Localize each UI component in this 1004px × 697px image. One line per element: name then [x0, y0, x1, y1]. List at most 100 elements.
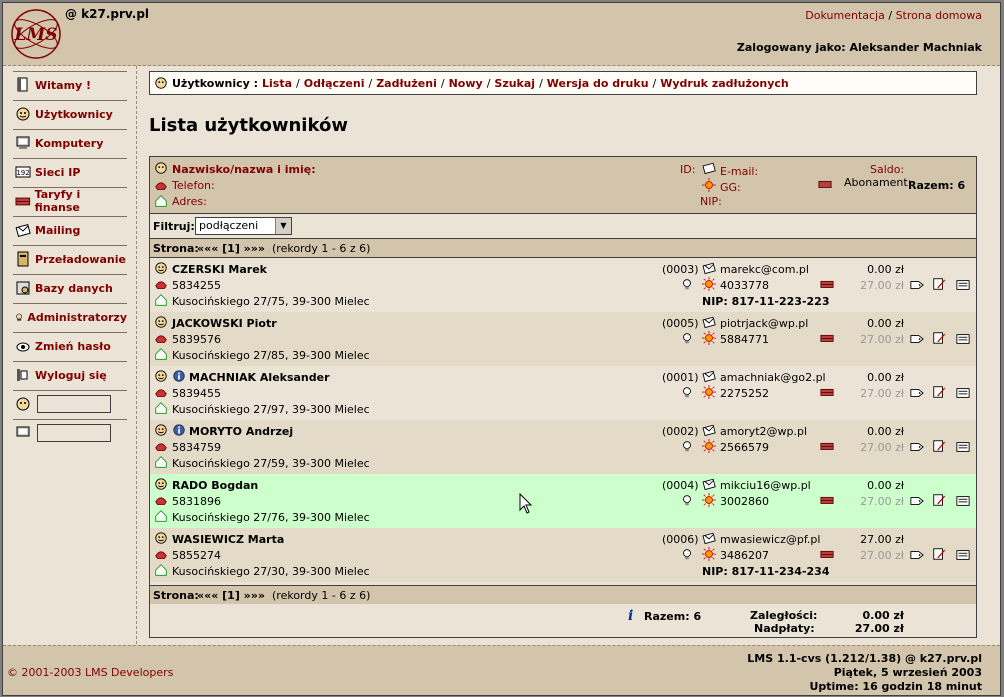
- user-name[interactable]: CZERSKI Marek: [172, 263, 267, 276]
- filter-select[interactable]: podłączeni ▼: [195, 217, 292, 235]
- user-email[interactable]: piotrjack@wp.pl: [720, 317, 808, 330]
- table-row[interactable]: MACHNIAK Aleksander 5839455 Kusocińskiego …: [150, 366, 976, 420]
- sidebar-item-komputery[interactable]: Komputery: [13, 129, 127, 156]
- header-name[interactable]: Nazwisko/nazwa i imię:: [172, 163, 316, 176]
- sidebar-item-bazy-danych[interactable]: Bazy danych: [13, 274, 127, 301]
- user-phone: 5834759: [172, 441, 221, 454]
- sidebar-menu: Witamy ! Użytkownicy Komputery 192 Sieci…: [3, 66, 137, 644]
- sidebar-item-sieci-ip[interactable]: 192 Sieci IP: [13, 158, 127, 185]
- sidebar-item-uzytkownicy[interactable]: Użytkownicy: [13, 100, 127, 127]
- chevron-down-icon[interactable]: ▼: [275, 218, 291, 234]
- header-saldo[interactable]: Saldo:: [870, 163, 904, 176]
- user-id: (0002): [662, 425, 699, 438]
- charge-tag-icon[interactable]: [910, 278, 924, 292]
- user-phone: 5855274: [172, 549, 221, 562]
- charge-tag-icon[interactable]: [910, 386, 924, 400]
- mail-icon: [702, 262, 716, 275]
- computer-search-input[interactable]: [37, 424, 111, 442]
- user-email[interactable]: marekc@com.pl: [720, 263, 809, 276]
- mail-icon: [702, 478, 716, 491]
- link-homepage[interactable]: Strona domowa: [896, 9, 982, 22]
- crumb-lista[interactable]: Lista: [262, 77, 292, 90]
- top-links: Dokumentacja / Strona domowa: [805, 9, 982, 22]
- edit-icon[interactable]: [932, 493, 946, 507]
- charge-tag-icon[interactable]: [910, 548, 924, 562]
- user-email[interactable]: mikciu16@wp.pl: [720, 479, 811, 492]
- user-email[interactable]: amachniak@go2.pl: [720, 371, 826, 384]
- table-row[interactable]: WASIEWICZ Marta 5855274 Kusocińskiego 27/3…: [150, 528, 976, 582]
- user-name[interactable]: MACHNIAK Aleksander: [189, 371, 330, 384]
- money-bricks-icon: [820, 388, 834, 396]
- user-info-icon[interactable]: [956, 278, 970, 292]
- table-row[interactable]: MORYTO Andrzej 5834759 Kusocińskiego 27/59…: [150, 420, 976, 474]
- gg-sun-icon: [702, 178, 716, 192]
- edit-icon[interactable]: [932, 385, 946, 399]
- user-name[interactable]: JACKOWSKI Piotr: [172, 317, 277, 330]
- sidebar-item-taryfy[interactable]: Taryfy i finanse: [13, 187, 127, 214]
- pager-info: (rekordy 1 - 6 z 6): [272, 589, 371, 602]
- crumb-odlaczeni[interactable]: Odłączeni: [304, 77, 365, 90]
- user-face-icon: [155, 424, 167, 436]
- user-info-icon[interactable]: [956, 494, 970, 508]
- edit-icon[interactable]: [932, 439, 946, 453]
- version-line: LMS 1.1-cvs (1.212/1.38) @ k27.prv.pl: [747, 652, 982, 665]
- user-face-icon: [16, 397, 30, 411]
- lightbulb-icon: [683, 279, 691, 290]
- link-documentation[interactable]: Dokumentacja: [805, 9, 885, 22]
- crumb-zadluzeni[interactable]: Zadłużeni: [376, 77, 437, 90]
- lightbulb-icon: [683, 333, 691, 344]
- sidebar-item-witamy[interactable]: Witamy !: [13, 71, 127, 98]
- charge-tag-icon[interactable]: [910, 440, 924, 454]
- mail-icon: [702, 532, 716, 545]
- header-phone: Telefon:: [172, 179, 215, 192]
- table-row[interactable]: JACKOWSKI Piotr 5839576 Kusocińskiego 27/8…: [150, 312, 976, 366]
- user-face-icon: [155, 316, 167, 328]
- sidebar-item-administratorzy[interactable]: Administratorzy: [13, 303, 127, 330]
- sidebar-item-przeladowanie[interactable]: Przeładowanie: [13, 245, 127, 272]
- charge-tag-icon[interactable]: [910, 494, 924, 508]
- money-bricks-icon: [820, 442, 834, 450]
- user-info-icon[interactable]: [956, 386, 970, 400]
- user-gg: 2566579: [720, 441, 769, 454]
- user-info-icon[interactable]: [956, 548, 970, 562]
- sidebar-item-wyloguj[interactable]: Wyloguj się: [13, 361, 127, 388]
- table-row[interactable]: CZERSKI Marek 5834255 Kusocińskiego 27/75,…: [150, 258, 976, 312]
- edit-icon[interactable]: [932, 277, 946, 291]
- user-face-icon: [155, 370, 167, 382]
- sidebar-item-mailing[interactable]: Mailing: [13, 216, 127, 243]
- user-email[interactable]: amoryt2@wp.pl: [720, 425, 807, 438]
- phone-icon: [155, 497, 167, 505]
- user-name[interactable]: RADO Bogdan: [172, 479, 258, 492]
- header-address: Adres:: [172, 195, 207, 208]
- user-phone: 5834255: [172, 279, 221, 292]
- user-address: Kusocińskiego 27/30, 39-300 Mielec: [172, 565, 370, 578]
- crumb-nowy[interactable]: Nowy: [449, 77, 483, 90]
- user-email[interactable]: mwasiewicz@pf.pl: [720, 533, 820, 546]
- gg-sun-icon: [702, 331, 716, 345]
- user-name[interactable]: WASIEWICZ Marta: [172, 533, 284, 546]
- users-table: Nazwisko/nazwa i imię: Telefon: Adres: I…: [149, 156, 977, 638]
- table-row[interactable]: RADO Bogdan 5831896 Kusocińskiego 27/76, 3…: [150, 474, 976, 528]
- crumb-wydruk-zadluzonych[interactable]: Wydruk zadłużonych: [660, 77, 789, 90]
- user-name[interactable]: MORYTO Andrzej: [189, 425, 293, 438]
- phone-icon: [155, 551, 167, 559]
- pager-nav[interactable]: ««« [1] »»»: [197, 242, 265, 255]
- summary-zaleglosci-value: 0.00 zł: [862, 609, 904, 622]
- header-id[interactable]: ID:: [680, 163, 695, 176]
- pager-nav[interactable]: ««« [1] »»»: [197, 589, 265, 602]
- user-nip: NIP: 817-11-234-234: [702, 565, 830, 578]
- user-face-icon: [155, 77, 167, 89]
- sidebar-item-zmien-haslo[interactable]: Zmień hasło: [13, 332, 127, 359]
- sidebar-item-label: Wyloguj się: [35, 368, 107, 382]
- crumb-wersja-do-druku[interactable]: Wersja do druku: [547, 77, 649, 90]
- filter-bar: Filtruj: podłączeni ▼: [150, 214, 976, 239]
- user-info-icon[interactable]: [956, 440, 970, 454]
- edit-icon[interactable]: [932, 547, 946, 561]
- database-icon: [16, 281, 30, 295]
- admin-icon: [16, 313, 23, 321]
- user-search-input[interactable]: [37, 395, 111, 413]
- charge-tag-icon[interactable]: [910, 332, 924, 346]
- crumb-szukaj[interactable]: Szukaj: [494, 77, 535, 90]
- user-info-icon[interactable]: [956, 332, 970, 346]
- edit-icon[interactable]: [932, 331, 946, 345]
